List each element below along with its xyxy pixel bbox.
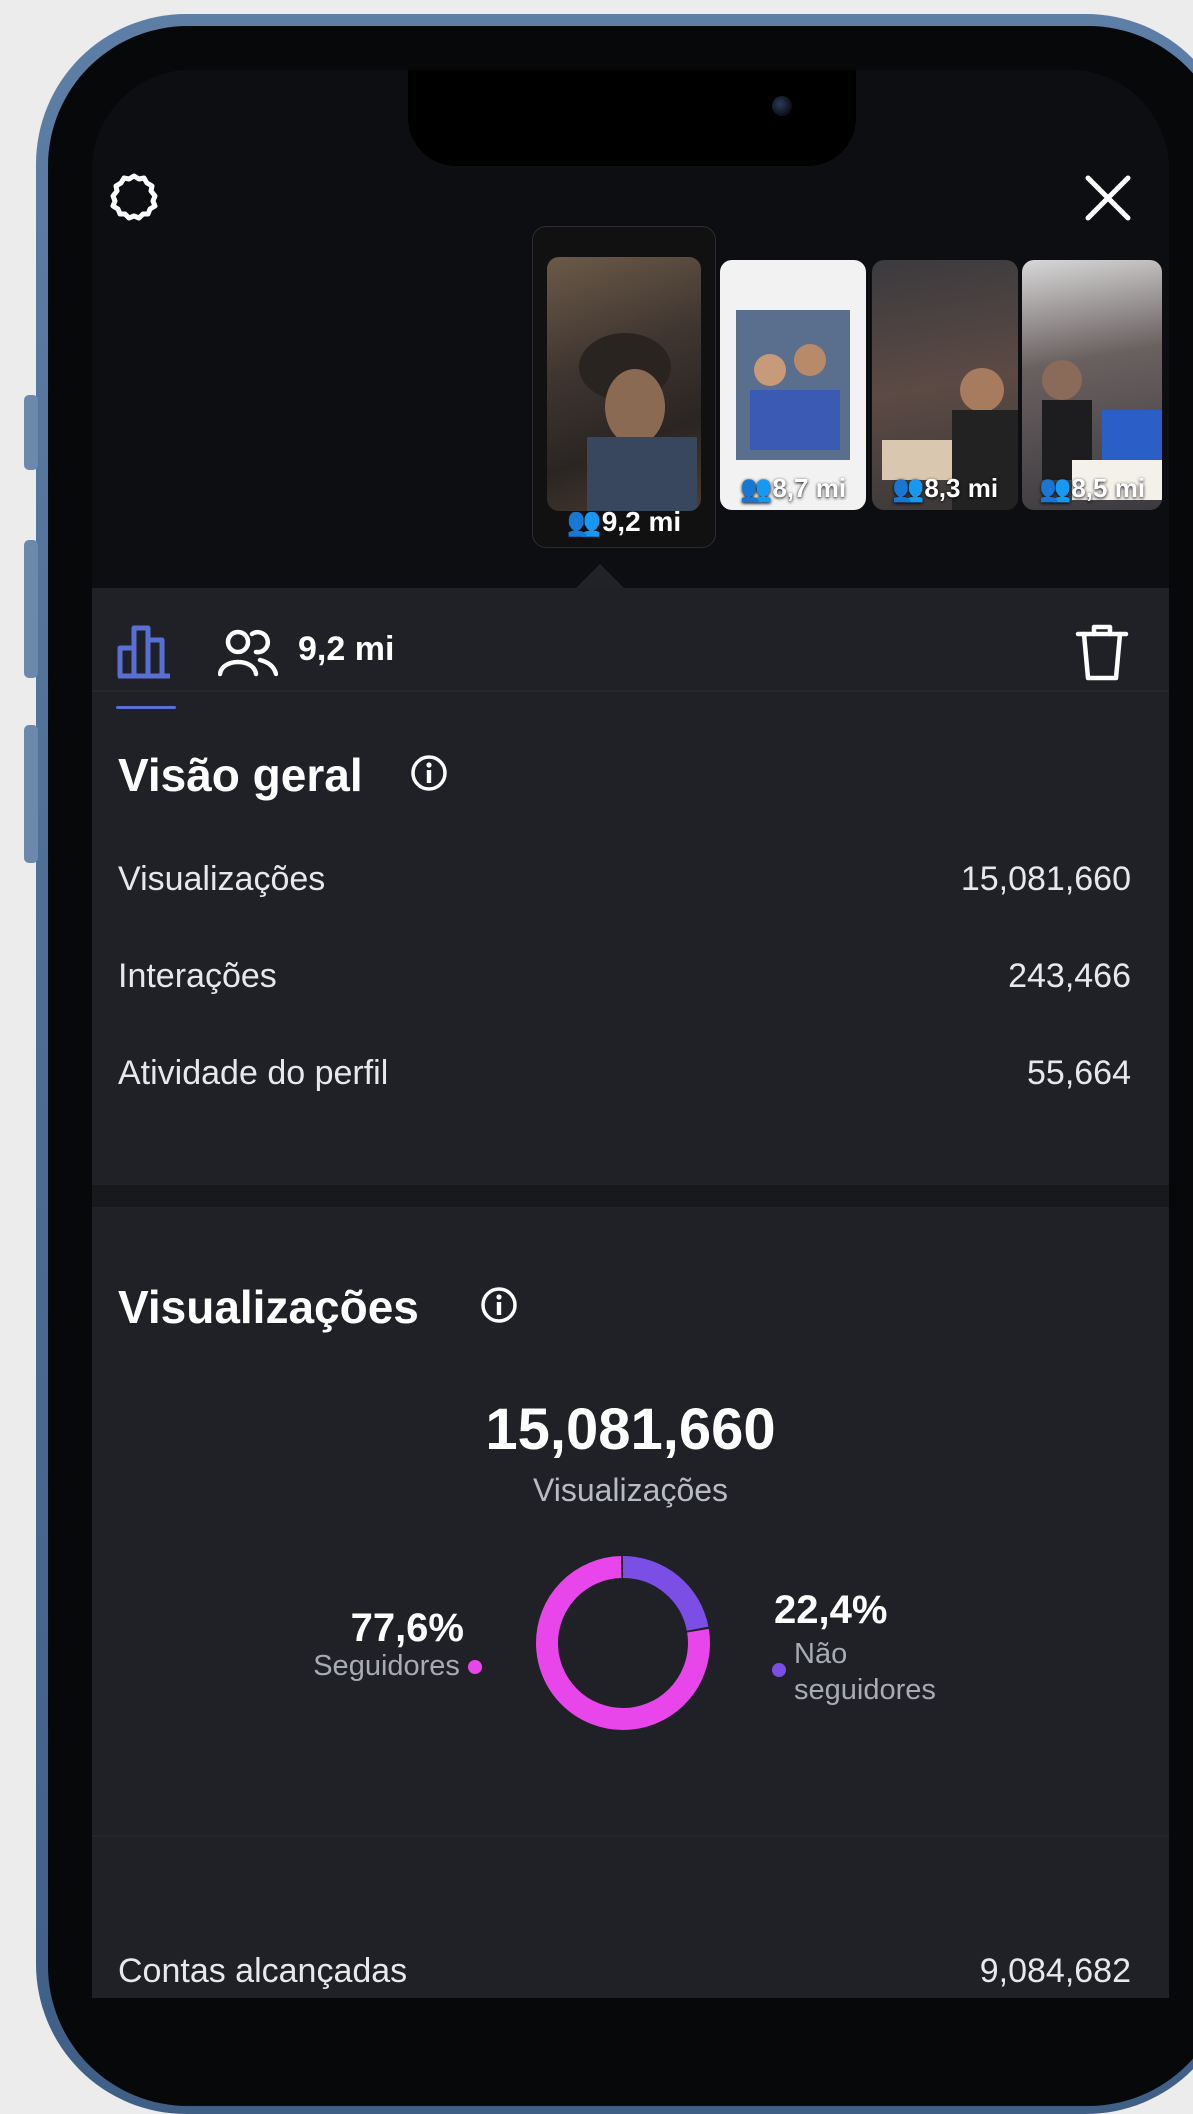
overview-row-value: 15,081,660 bbox=[960, 860, 1131, 898]
accounts-reached-value: 9,084,682 bbox=[979, 1952, 1131, 1990]
insights-tab-underline bbox=[116, 706, 176, 709]
mute-switch bbox=[24, 395, 38, 470]
section-divider bbox=[92, 1835, 1169, 1837]
story-thumbnail bbox=[547, 257, 701, 511]
reach-icon: 👥 bbox=[566, 506, 602, 537]
notch bbox=[408, 70, 856, 166]
story-reach-count: 8,5 mi bbox=[1071, 473, 1146, 503]
bar-chart-icon[interactable] bbox=[116, 622, 174, 680]
accounts-reached-label: Contas alcançadas bbox=[118, 1952, 408, 1990]
toolbar-divider bbox=[92, 690, 1169, 692]
non-followers-percent: 22,4% bbox=[774, 1588, 888, 1632]
followers-legend: Seguidores bbox=[252, 1650, 482, 1683]
story-thumb-selected-wrapper[interactable]: 👥9,2 mi bbox=[532, 226, 716, 548]
trash-icon[interactable] bbox=[1074, 622, 1130, 682]
story-reach-count: 8,3 mi bbox=[924, 473, 999, 503]
story-thumbnail[interactable]: 👥8,7 mi bbox=[720, 260, 866, 510]
overview-row-value: 243,466 bbox=[1008, 957, 1131, 995]
followers-legend-label: Seguidores bbox=[313, 1650, 460, 1682]
person-photo-icon bbox=[579, 333, 697, 511]
followers-percent: 77,6% bbox=[350, 1606, 464, 1650]
followers-donut-chart bbox=[536, 1556, 710, 1730]
views-total: 15,081,660 bbox=[485, 1397, 776, 1462]
story-reach-label: 👥8,5 mi bbox=[1038, 473, 1146, 503]
overview-row-value: 55,664 bbox=[1027, 1054, 1131, 1092]
non-followers-legend-dot bbox=[772, 1663, 786, 1677]
non-followers-legend-line2: seguidores bbox=[794, 1674, 936, 1706]
overview-row-label: Interações bbox=[118, 957, 277, 995]
selected-story-pointer bbox=[576, 564, 624, 588]
phone-screen: 👥9,2 mi 👥8,7 mi 👥8,3 mi 👥8,5 mi 9,2 mi V… bbox=[92, 70, 1169, 1998]
close-icon[interactable] bbox=[1080, 170, 1136, 226]
info-icon[interactable] bbox=[480, 1286, 518, 1324]
story-reach-label: 👥8,7 mi bbox=[739, 473, 847, 503]
overview-title: Visão geral bbox=[118, 749, 363, 801]
reach-count: 9,2 mi bbox=[298, 630, 395, 668]
story-thumbnail[interactable]: 👥8,3 mi bbox=[872, 260, 1018, 510]
story-reach-label: 👥9,2 mi bbox=[533, 505, 715, 538]
info-icon[interactable] bbox=[410, 754, 448, 792]
front-camera bbox=[772, 96, 792, 116]
volume-down-button bbox=[24, 725, 38, 863]
non-followers-legend: Não seguidores bbox=[794, 1636, 936, 1708]
story-reach-count: 8,7 mi bbox=[772, 473, 847, 503]
volume-up-button bbox=[24, 540, 38, 678]
people-icon[interactable] bbox=[218, 626, 278, 678]
views-total-label: Visualizações bbox=[532, 1472, 729, 1508]
settings-gear-icon[interactable] bbox=[106, 170, 162, 226]
followers-legend-dot bbox=[468, 1660, 482, 1675]
story-thumbnail[interactable]: 👥8,5 mi bbox=[1022, 260, 1162, 510]
overview-row-label: Atividade do perfil bbox=[118, 1054, 389, 1092]
overview-row-label: Visualizações bbox=[118, 860, 326, 898]
story-reach-label: 👥8,3 mi bbox=[891, 473, 999, 503]
views-title: Visualizações bbox=[118, 1281, 419, 1333]
story-reach-count: 9,2 mi bbox=[601, 506, 682, 537]
section-divider bbox=[92, 1185, 1169, 1207]
non-followers-legend-line1: Não bbox=[794, 1638, 848, 1670]
